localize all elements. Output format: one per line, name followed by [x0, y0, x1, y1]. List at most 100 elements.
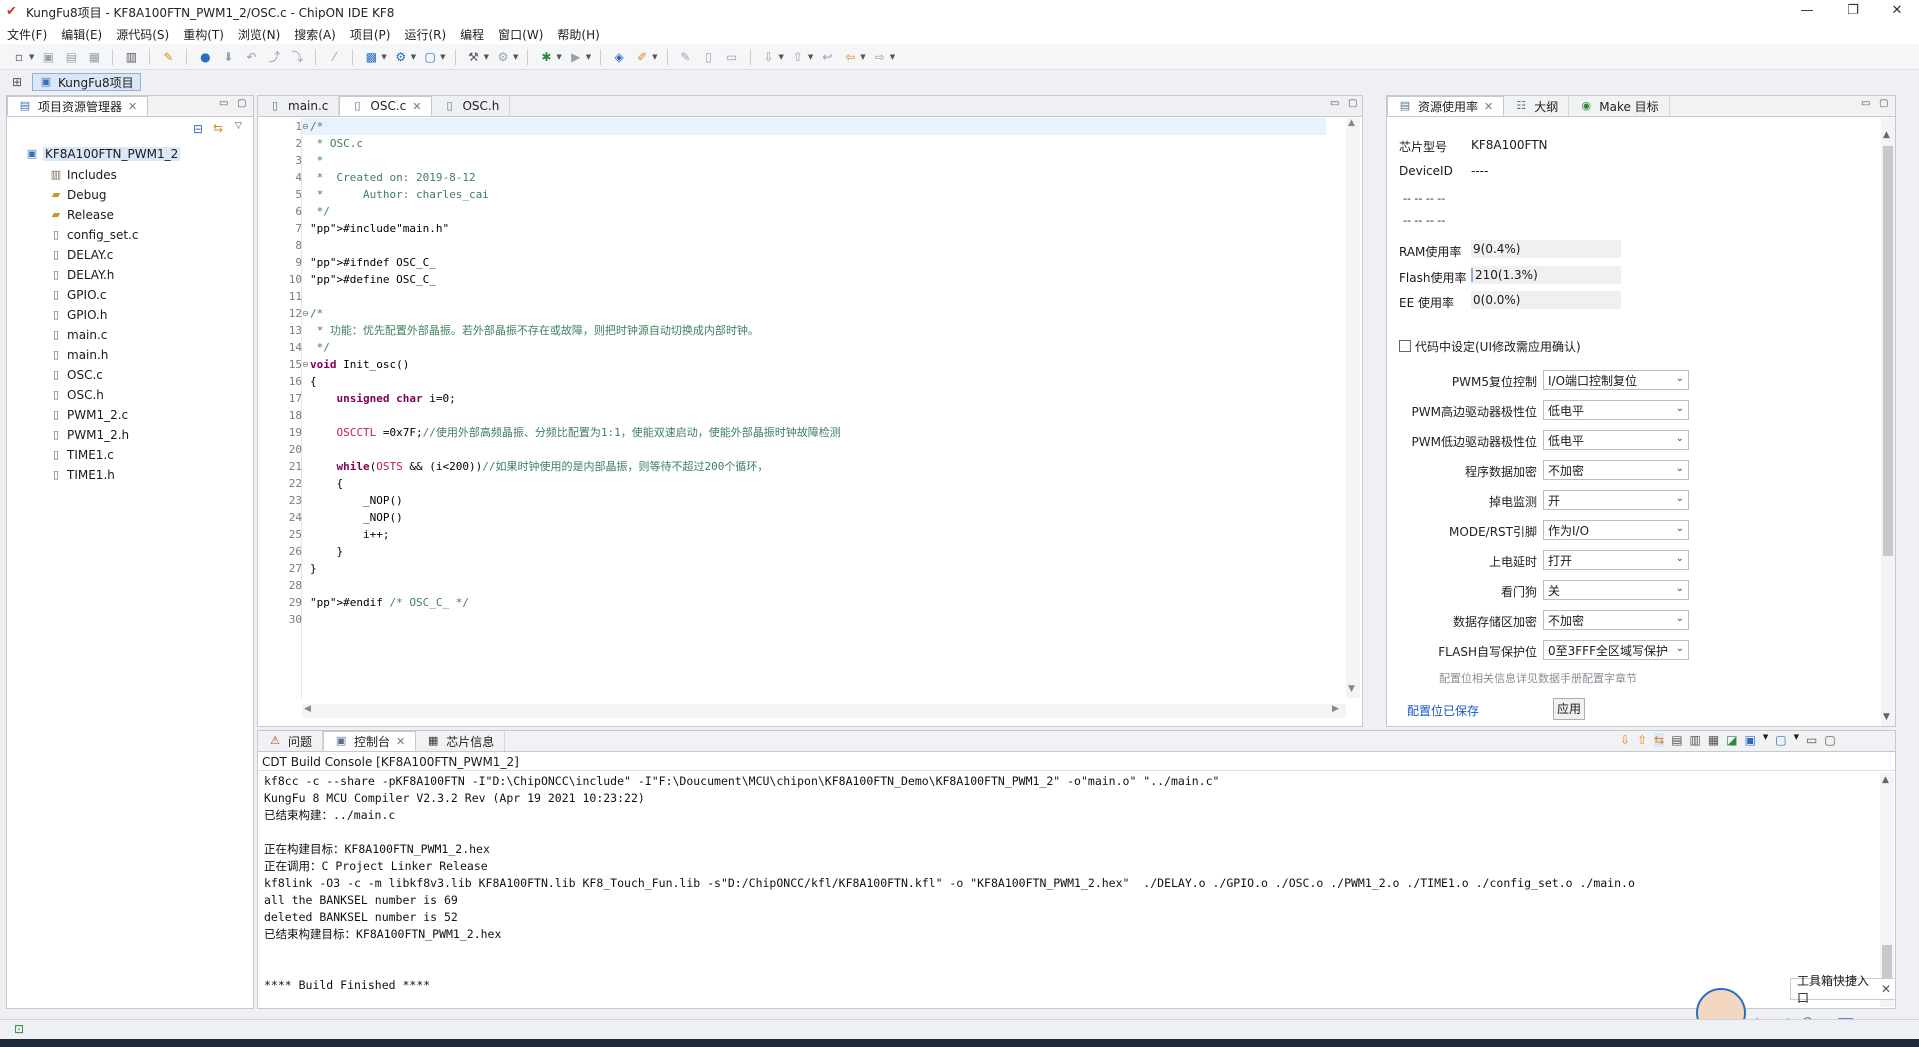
menu-window[interactable]: 窗口(W) [491, 26, 550, 43]
select-pwm-high-polarity[interactable]: 低电平 ⌄ [1543, 400, 1689, 420]
code-area[interactable]: 1 ⊖/* 2 * OSC.c 3 * 4 * Created on: 2019-8-1… [258, 118, 1328, 698]
scroll-down-icon[interactable]: ▼ [1883, 712, 1890, 722]
tab-make-target[interactable]: ◉ Make 目标 [1569, 96, 1670, 116]
toolbox-tooltip[interactable]: 工具箱快捷入口 ✕ [1790, 974, 1896, 1005]
menu-source[interactable]: 源代码(S) [109, 26, 176, 43]
minimize-button[interactable]: — [1784, 0, 1830, 24]
connect-icon[interactable]: ● [196, 48, 214, 66]
minimize-view-icon[interactable]: ▭ [219, 98, 228, 109]
select-program-encrypt[interactable]: 不加密 ⌄ [1543, 460, 1689, 480]
forward-icon[interactable]: ⇨ [871, 48, 889, 66]
select-power-up-delay[interactable]: 打开 ⌄ [1543, 550, 1689, 570]
open-type-icon[interactable]: ◈ [610, 48, 628, 66]
pen-icon[interactable]: ✐ [633, 48, 651, 66]
tree-item-gpio-h[interactable]: ▯ GPIO.h [49, 307, 107, 323]
fold-icon[interactable]: ⊖ [302, 309, 309, 318]
tab-chip-info[interactable]: ▦ 芯片信息 [416, 731, 506, 751]
fold-icon[interactable]: ⊖ [302, 122, 309, 131]
open-perspective-icon[interactable]: ⊞ [8, 73, 26, 91]
close-icon[interactable]: ✕ [128, 100, 137, 113]
tree-item-gpio-c[interactable]: ▯ GPIO.c [49, 287, 106, 303]
scroll-lock-icon[interactable]: ▥ [1690, 733, 1701, 747]
save-all-icon[interactable]: ▤ [62, 48, 80, 66]
tab-outline[interactable]: ☷ 大纲 [1504, 96, 1570, 116]
collapse-all-icon[interactable]: ⊟ [193, 122, 203, 136]
tree-item-release[interactable]: ▰ Release [49, 207, 114, 223]
view-menu-icon[interactable]: ▽ [235, 121, 242, 131]
vertical-scrollbar[interactable]: ▲ ▼ [1346, 118, 1360, 698]
maximize-view-icon[interactable]: ▢ [1824, 733, 1835, 747]
maximize-button[interactable]: ❐ [1830, 0, 1876, 24]
config-saved-link[interactable]: 配置位已保存 [1407, 702, 1479, 719]
menu-project[interactable]: 项目(P) [343, 26, 398, 43]
select-flash-write-protect[interactable]: 0至3FFF全区域写保护 ⌄ [1543, 640, 1689, 660]
tree-item-pwm1-2-c[interactable]: ▯ PWM1_2.c [49, 407, 128, 423]
scroll-left-icon[interactable]: ◀ [304, 704, 311, 714]
select-pwm-low-polarity[interactable]: 低电平 ⌄ [1543, 430, 1689, 450]
link-icon[interactable]: ⇆ [1654, 733, 1665, 747]
toggle-mark-icon[interactable]: ▯ [700, 48, 718, 66]
menu-search[interactable]: 搜索(A) [287, 26, 343, 43]
chevron-down-icon[interactable]: ▼ [29, 53, 34, 61]
open-console-icon[interactable]: ▢ [1775, 733, 1786, 747]
new-c-file-icon[interactable]: ▢ [421, 48, 439, 66]
link-editor-icon[interactable]: ⇆ [213, 121, 223, 135]
close-window-button[interactable]: ✕ [1874, 0, 1919, 24]
tab-project-explorer[interactable]: ▤ 项目资源管理器 ✕ [7, 96, 149, 116]
tree-item-debug[interactable]: ▰ Debug [49, 187, 107, 203]
close-icon[interactable]: ✕ [396, 735, 405, 748]
scroll-up-icon[interactable]: ▲ [1882, 775, 1889, 785]
fold-icon[interactable]: ⊖ [302, 360, 309, 369]
tree-item-delay-c[interactable]: ▯ DELAY.c [49, 247, 113, 263]
tree-item-main-h[interactable]: ▯ main.h [49, 347, 108, 363]
select-mode-rst-pin[interactable]: 作为I/O ⌄ [1543, 520, 1689, 540]
maximize-view-icon[interactable]: ▢ [237, 98, 246, 109]
back-icon[interactable]: ⇦ [841, 48, 859, 66]
vertical-scrollbar[interactable]: ▲ ▼ [1881, 118, 1895, 726]
step-out-icon[interactable]: ⤵ [288, 48, 306, 66]
menu-edit[interactable]: 编辑(E) [54, 26, 109, 43]
print-icon[interactable]: ▦ [85, 48, 103, 66]
tree-item-includes[interactable]: ▥ Includes [49, 167, 117, 183]
save-icon[interactable]: ▣ [39, 48, 57, 66]
maximize-view-icon[interactable]: ▢ [1879, 98, 1888, 109]
tab-main-c[interactable]: ▯ main.c [258, 96, 340, 116]
select-brownout[interactable]: 开 ⌄ [1543, 490, 1689, 510]
tree-item-time1-c[interactable]: ▯ TIME1.c [49, 447, 114, 463]
minimize-view-icon[interactable]: ▭ [1330, 98, 1339, 109]
tab-osc-c[interactable]: ▯ OSC.c ✕ [339, 96, 433, 116]
menu-program[interactable]: 编程 [453, 26, 491, 43]
tree-item-main-c[interactable]: ▯ main.c [49, 327, 107, 343]
hammer-icon[interactable]: ⚒ [465, 48, 483, 66]
horizontal-scrollbar[interactable]: ◀ ▶ [302, 704, 1346, 718]
block-icon[interactable]: ▭ [723, 48, 741, 66]
tree-item-time1-h[interactable]: ▯ TIME1.h [49, 467, 115, 483]
close-icon[interactable]: ✕ [1881, 982, 1891, 996]
menu-file[interactable]: 文件(F) [0, 26, 54, 43]
tab-osc-h[interactable]: ▯ OSC.h [432, 96, 511, 116]
menu-navigate[interactable]: 浏览(N) [231, 26, 287, 43]
menu-help[interactable]: 帮助(H) [550, 26, 606, 43]
next-annotation-icon[interactable]: ⇩ [760, 48, 778, 66]
undo-icon[interactable]: ↶ [242, 48, 260, 66]
scroll-thumb[interactable] [1883, 146, 1893, 556]
apply-button[interactable]: 应用 [1553, 698, 1585, 720]
tree-item-osc-c[interactable]: ▯ OSC.c [49, 367, 103, 383]
code-setting-checkbox[interactable] [1399, 340, 1411, 352]
pin-console-icon[interactable]: ◪ [1726, 733, 1737, 747]
prev-annotation-icon[interactable]: ⇧ [789, 48, 807, 66]
last-edit-icon[interactable]: ↩ [818, 48, 836, 66]
settings-icon[interactable]: ⚙ [494, 48, 512, 66]
scroll-lock-up-icon[interactable]: ⇧ [1637, 733, 1647, 747]
word-wrap-icon[interactable]: ▦ [1708, 733, 1719, 747]
chip-icon[interactable]: ▩ [362, 48, 380, 66]
tab-problems[interactable]: ⚠ 问题 [258, 731, 324, 751]
perspective-kungfu8[interactable]: ▣ KungFu8项目 [32, 73, 141, 91]
maximize-view-icon[interactable]: ▢ [1348, 98, 1357, 109]
tree-item-config-set-c[interactable]: ▯ config_set.c [49, 227, 139, 243]
tree-item-pwm1-2-h[interactable]: ▯ PWM1_2.h [49, 427, 129, 443]
scroll-up-icon[interactable]: ▲ [1348, 118, 1355, 128]
scroll-up-icon[interactable]: ▲ [1883, 130, 1890, 140]
select-data-encrypt[interactable]: 不加密 ⌄ [1543, 610, 1689, 630]
run-icon[interactable]: ▶ [567, 48, 585, 66]
